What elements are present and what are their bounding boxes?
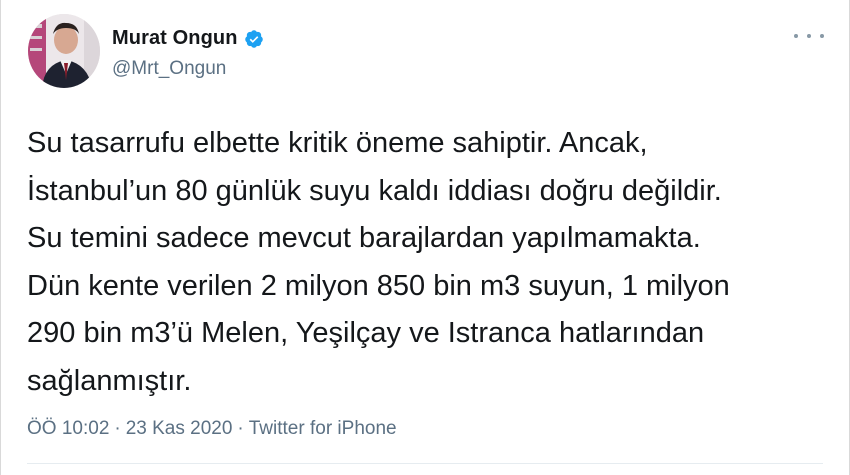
avatar[interactable] xyxy=(28,14,100,88)
meta-separator: · xyxy=(237,418,244,439)
tweet-meta: ÖÖ 10:02 · 23 Kas 2020 · Twitter for iPhone xyxy=(27,418,397,440)
tweet-line: Dün kente verilen 2 milyon 850 bin m3 su… xyxy=(27,269,730,302)
more-options-icon[interactable] xyxy=(794,26,824,46)
tweet-time[interactable]: ÖÖ 10:02 xyxy=(27,418,109,439)
tweet-line: Su tasarrufu elbette kritik öneme sahipt… xyxy=(27,127,648,159)
avatar-photo xyxy=(28,14,100,88)
tweet-line: 290 bin m3’ü Melen, Yeşilçay ve Istranca… xyxy=(27,317,705,349)
user-name-row: Murat Ongun xyxy=(112,27,264,50)
verified-badge-icon xyxy=(244,29,263,48)
more-dot xyxy=(820,34,824,38)
user-handle[interactable]: @Mrt_Ongun xyxy=(112,58,226,80)
more-dot xyxy=(794,34,798,38)
more-dot xyxy=(807,34,811,38)
tweet-text: Su tasarrufu elbette kritik öneme sahipt… xyxy=(27,120,827,405)
tweet-line: Su temini sadece mevcut barajlardan yapı… xyxy=(27,222,701,254)
card-border-left xyxy=(0,0,1,475)
tweet-line: sağlanmıştır. xyxy=(27,364,192,397)
tweet-source[interactable]: Twitter for iPhone xyxy=(249,418,397,439)
tweet-line: İstanbul’un 80 günlük suyu kaldı iddiası… xyxy=(27,174,722,207)
divider xyxy=(27,463,823,464)
user-display-name[interactable]: Murat Ongun xyxy=(112,27,238,50)
meta-separator: · xyxy=(114,418,121,439)
tweet-date[interactable]: 23 Kas 2020 xyxy=(126,418,233,439)
